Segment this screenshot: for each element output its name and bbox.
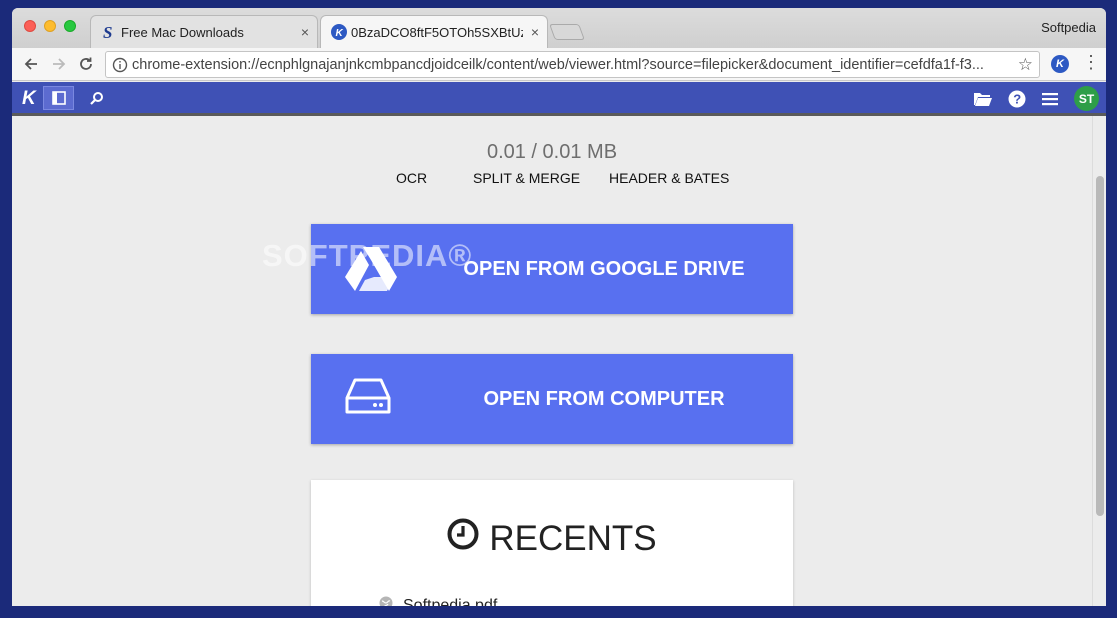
profile-name[interactable]: Softpedia xyxy=(1041,20,1096,35)
softpedia-watermark: SOFTPEDIA® xyxy=(262,238,473,273)
softpedia-favicon-icon: S xyxy=(101,24,117,40)
open-folder-icon[interactable] xyxy=(972,88,994,110)
close-window-button[interactable] xyxy=(24,20,36,32)
file-size-text: 0.01 / 0.01 MB xyxy=(486,141,618,163)
kami-favicon-icon: K xyxy=(331,24,347,40)
recents-title-text: RECENTS xyxy=(489,518,657,558)
tab-bar: S Free Mac Downloads × K 0BzaDCO8ftF5OTO… xyxy=(12,8,1106,48)
zoom-window-button[interactable] xyxy=(64,20,76,32)
forward-arrow-icon[interactable] xyxy=(48,53,70,75)
feature-header-bates[interactable]: HEADER & BATES xyxy=(609,170,729,186)
url-text: chrome-extension://ecnphlgnajanjnkcmbpan… xyxy=(132,56,984,73)
main-content: 0.01 / 0.01 MB OCR SPLIT & MERGE HEADER … xyxy=(12,116,1092,606)
svg-text:K: K xyxy=(336,28,344,39)
search-icon[interactable] xyxy=(86,88,108,110)
vertical-scrollbar[interactable] xyxy=(1092,116,1106,606)
tab-title: Free Mac Downloads xyxy=(121,24,244,40)
feature-ocr[interactable]: OCR xyxy=(396,170,427,186)
new-tab-button[interactable] xyxy=(549,24,585,40)
tab-pdf-viewer[interactable]: K 0BzaDCO8ftF5OTOh5SXBtUz\ × xyxy=(320,15,548,48)
sidebar-toggle-icon[interactable] xyxy=(43,86,74,110)
feature-split-merge[interactable]: SPLIT & MERGE xyxy=(473,170,580,186)
app-bar: K ? ST xyxy=(12,82,1106,116)
kami-extension-icon[interactable]: K xyxy=(1051,55,1069,73)
recents-heading: RECENTS xyxy=(311,518,793,559)
tab-free-mac-downloads[interactable]: S Free Mac Downloads × xyxy=(90,15,318,48)
back-arrow-icon[interactable] xyxy=(20,53,42,75)
clock-icon xyxy=(447,518,479,559)
scrollbar-thumb[interactable] xyxy=(1096,176,1104,516)
reload-icon[interactable] xyxy=(75,53,97,75)
browser-window: S Free Mac Downloads × K 0BzaDCO8ftF5OTO… xyxy=(12,8,1106,606)
tab-title: 0BzaDCO8ftF5OTOh5SXBtUz\ xyxy=(351,24,523,40)
recent-file-item[interactable]: Softpedia.pdf xyxy=(379,596,497,606)
info-icon[interactable] xyxy=(112,57,128,77)
browser-menu-icon[interactable]: ⋮ xyxy=(1082,52,1100,73)
browser-toolbar: chrome-extension://ecnphlgnajanjnkcmbpan… xyxy=(12,48,1106,81)
open-from-computer-button[interactable]: OPEN FROM COMPUTER xyxy=(311,354,793,444)
globe-icon xyxy=(379,596,393,606)
recents-card: RECENTS Softpedia.pdf xyxy=(311,480,793,606)
computer-button-label: OPEN FROM COMPUTER xyxy=(483,387,725,410)
help-icon[interactable]: ? xyxy=(1006,88,1028,110)
hamburger-menu-icon[interactable] xyxy=(1039,88,1061,110)
user-avatar[interactable]: ST xyxy=(1074,86,1099,111)
tab-close-icon[interactable]: × xyxy=(531,24,539,40)
recent-file-name: Softpedia.pdf xyxy=(403,596,498,607)
kami-logo[interactable]: K xyxy=(22,88,36,110)
minimize-window-button[interactable] xyxy=(44,20,56,32)
bookmark-star-icon[interactable]: ☆ xyxy=(1018,55,1033,75)
tab-close-icon[interactable]: × xyxy=(301,24,309,40)
address-bar[interactable]: chrome-extension://ecnphlgnajanjnkcmbpan… xyxy=(105,51,1040,78)
svg-text:S: S xyxy=(103,24,112,40)
svg-text:?: ? xyxy=(1013,92,1021,107)
